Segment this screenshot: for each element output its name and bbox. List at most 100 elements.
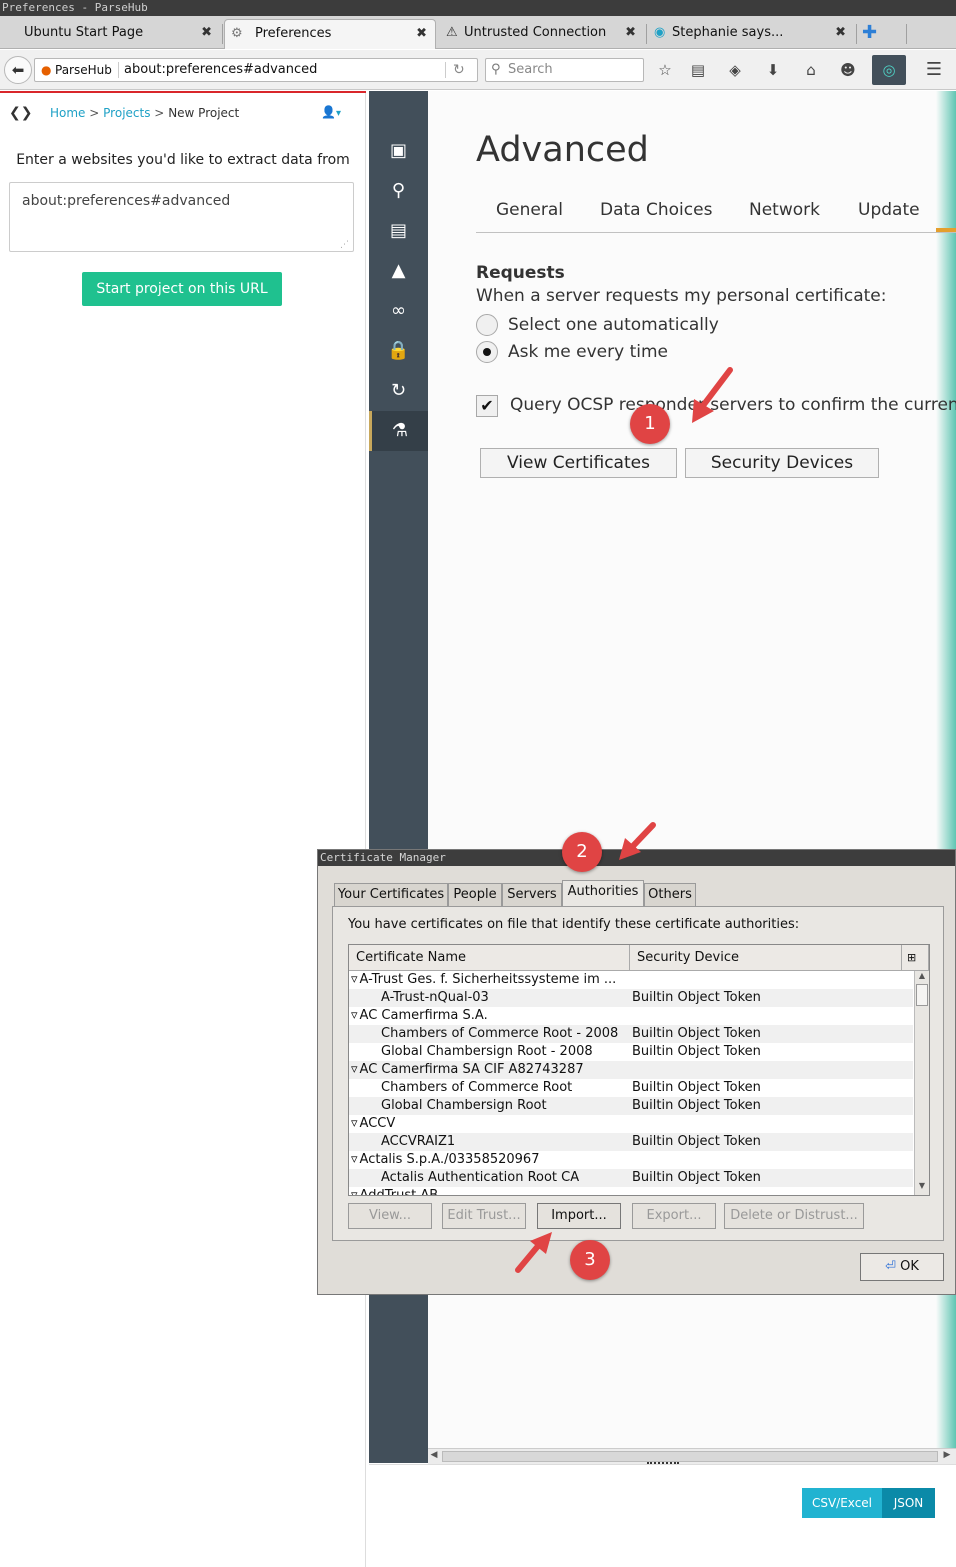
advanced-tabs: General Data Choices Network Update (476, 188, 956, 233)
vertical-scrollbar[interactable]: ▲ ▼ (914, 971, 929, 1195)
export-button[interactable]: Export... (632, 1203, 716, 1229)
identity-label: ParseHub (55, 63, 112, 77)
column-security-device[interactable]: Security Device (630, 945, 902, 971)
requests-heading: Requests (476, 263, 565, 283)
parsehub-icon: ◉ (654, 25, 666, 40)
content-icon[interactable]: ▤ (369, 211, 428, 251)
tab-network[interactable]: Network (749, 188, 820, 232)
security-device: Builtin Object Token (632, 1134, 761, 1149)
privacy-mask-icon[interactable]: ∞ (369, 291, 428, 331)
scroll-thumb[interactable] (916, 984, 928, 1006)
certificate-group-row[interactable]: ▿ AC Camerfirma SA CIF A82743287 (349, 1061, 913, 1079)
sync-icon[interactable]: ↻ (369, 371, 428, 411)
search-icon[interactable]: ⚲ (369, 171, 428, 211)
tab-people[interactable]: People (448, 883, 502, 906)
tab-preferences[interactable]: ⚙ Preferences ✖ (224, 19, 436, 49)
scroll-up-icon[interactable]: ▲ (916, 971, 928, 983)
bookmark-star-icon[interactable]: ☆ (653, 58, 677, 82)
user-menu-icon[interactable]: 👤▾ (321, 105, 341, 119)
column-certificate-name[interactable]: Certificate Name (349, 945, 630, 971)
history-nav-icon[interactable]: ❮❯ (9, 105, 32, 121)
radio-select-automatically[interactable] (476, 314, 498, 336)
certificate-row[interactable]: ACCVRAIZ1 Builtin Object Token (349, 1133, 913, 1151)
pocket-icon[interactable]: ◈ (723, 58, 747, 82)
certificate-row[interactable]: Global Chambersign Root Builtin Object To… (349, 1097, 913, 1115)
tab-servers[interactable]: Servers (502, 883, 562, 906)
chat-icon[interactable]: ☻ (836, 58, 860, 82)
tab-untrusted-connection[interactable]: ⚠ Untrusted Connection ✖ (440, 19, 644, 49)
tab-stephanie-says[interactable]: ◉ Stephanie says... ✖ (648, 19, 854, 49)
url-text[interactable]: about:preferences#advanced (124, 59, 317, 81)
ok-button[interactable]: ⏎ OK (860, 1253, 944, 1281)
close-icon[interactable]: ✖ (625, 19, 636, 47)
certificate-row[interactable]: Global Chambersign Root - 2008 Builtin Ob… (349, 1043, 913, 1061)
download-icon[interactable]: ⬇ (761, 58, 785, 82)
url-bar[interactable]: ● ParseHub about:preferences#advanced ↻ (34, 58, 478, 82)
certificate-group-row[interactable]: ▿ A-Trust Ges. f. Sicherheitssysteme im .… (349, 971, 913, 989)
start-project-button[interactable]: Start project on this URL (82, 272, 282, 306)
expand-triangle-icon[interactable]: ▿ (351, 1062, 358, 1077)
tab-data-choices[interactable]: Data Choices (600, 188, 712, 232)
certificate-group-row[interactable]: ▿ AC Camerfirma S.A. (349, 1007, 913, 1025)
search-input[interactable]: ⚲ Search (485, 58, 644, 82)
security-lock-icon[interactable]: 🔒 (369, 331, 428, 371)
view-button[interactable]: View... (348, 1203, 432, 1229)
export-csv-button[interactable]: CSV/Excel (802, 1488, 882, 1518)
tab-your-certificates[interactable]: Your Certificates (334, 883, 448, 906)
export-json-button[interactable]: JSON (882, 1488, 935, 1518)
tab-authorities[interactable]: Authorities (562, 880, 644, 906)
scroll-right-icon[interactable]: ▶ (941, 1450, 953, 1463)
certificate-group-row[interactable]: ▿ AddTrust AB (349, 1187, 913, 1195)
reading-list-icon[interactable]: ▤ (686, 58, 710, 82)
certificate-group-row[interactable]: ▿ Actalis S.p.A./03358520967 (349, 1151, 913, 1169)
radio-select-automatically-label[interactable]: Select one automatically (508, 315, 719, 335)
search-icon: ⚲ (491, 62, 501, 77)
panel-resize-handle[interactable] (647, 1462, 679, 1466)
ocsp-checkbox[interactable]: ✔ (476, 395, 498, 417)
close-icon[interactable]: ✖ (201, 19, 212, 47)
tab-others[interactable]: Others (644, 883, 696, 906)
expand-triangle-icon[interactable]: ▿ (351, 1152, 358, 1167)
close-icon[interactable]: ✖ (416, 20, 427, 48)
certificate-row[interactable]: Chambers of Commerce Root - 2008 Builtin … (349, 1025, 913, 1043)
general-icon[interactable]: ▣ (369, 131, 428, 171)
expand-triangle-icon[interactable]: ▿ (351, 1008, 358, 1023)
certificate-row[interactable]: A-Trust-nQual-03 Builtin Object Token (349, 989, 913, 1007)
menu-icon[interactable]: ☰ (922, 58, 946, 82)
expand-triangle-icon[interactable]: ▿ (351, 1188, 358, 1195)
security-devices-button[interactable]: Security Devices (685, 448, 879, 478)
resize-handle-icon[interactable]: ⋰ (340, 240, 349, 250)
view-certificates-button[interactable]: View Certificates (480, 448, 677, 478)
reload-icon[interactable]: ↻ (453, 59, 465, 81)
tab-ubuntu-start-page[interactable]: Ubuntu Start Page ✖ (4, 19, 220, 49)
back-arrow-icon[interactable]: ⬅ (4, 56, 32, 84)
applications-icon[interactable]: ▲ (369, 251, 428, 291)
parsehub-extension-icon[interactable]: ◎ (872, 55, 906, 85)
column-picker-icon[interactable]: ⊞ (902, 945, 929, 971)
project-url-input[interactable]: about:preferences#advanced (9, 182, 354, 252)
breadcrumb: Home > Projects > New Project (50, 106, 240, 120)
certificate-row[interactable]: Actalis Authentication Root CA Builtin Ob… (349, 1169, 913, 1187)
expand-triangle-icon[interactable]: ▿ (351, 972, 358, 987)
breadcrumb-projects[interactable]: Projects (103, 106, 150, 120)
radio-ask-every-time-label[interactable]: Ask me every time (508, 342, 668, 362)
tab-update[interactable]: Update (858, 188, 920, 232)
certificate-row[interactable]: Chambers of Commerce Root Builtin Object … (349, 1079, 913, 1097)
tab-general[interactable]: General (496, 188, 563, 232)
horizontal-scrollbar[interactable]: ◀ ▶ (428, 1448, 956, 1464)
scroll-thumb[interactable] (442, 1451, 938, 1462)
expand-triangle-icon[interactable]: ▿ (351, 1116, 358, 1131)
gear-icon: ⚙ (231, 26, 243, 41)
certificate-group-row[interactable]: ▿ ACCV (349, 1115, 913, 1133)
nav-bar: ⬅ ● ParseHub about:preferences#advanced … (0, 50, 956, 90)
radio-ask-every-time[interactable] (476, 341, 498, 363)
home-icon[interactable]: ⌂ (799, 58, 823, 82)
breadcrumb-home[interactable]: Home (50, 106, 85, 120)
scroll-left-icon[interactable]: ◀ (428, 1450, 440, 1463)
delete-or-distrust-button[interactable]: Delete or Distrust... (724, 1203, 864, 1229)
scroll-down-icon[interactable]: ▼ (916, 1181, 928, 1193)
new-tab-icon[interactable]: ✚ (862, 22, 877, 43)
advanced-wizard-icon[interactable]: ⚗ (369, 411, 428, 451)
breadcrumb-current: New Project (168, 106, 240, 120)
close-icon[interactable]: ✖ (835, 19, 846, 47)
